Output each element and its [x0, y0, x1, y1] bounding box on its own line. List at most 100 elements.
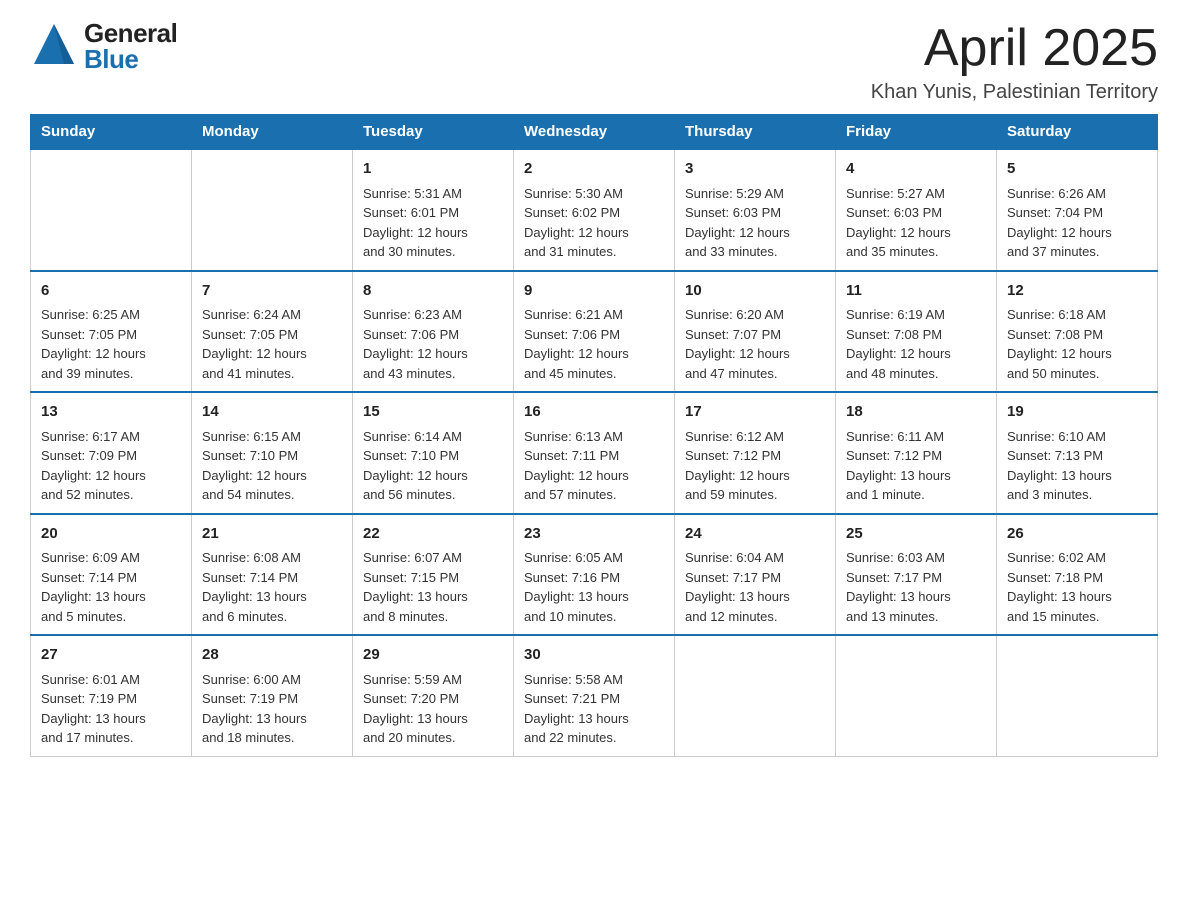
calendar-day-cell: 8Sunrise: 6:23 AMSunset: 7:06 PMDaylight…	[353, 271, 514, 393]
calendar-day-cell: 13 Sunrise: 6:17 AMSunset: 7:09 PMDayligh…	[31, 392, 192, 514]
day-number: 6	[41, 280, 181, 303]
logo: General Blue	[30, 20, 177, 72]
calendar-column-header: Monday	[192, 115, 353, 150]
page-subtitle: Khan Yunis, Palestinian Territory	[871, 81, 1158, 104]
calendar-header: SundayMondayTuesdayWednesdayThursdayFrid…	[31, 115, 1158, 150]
day-number: 13	[41, 401, 181, 424]
day-info: Sunrise: 5:58 AMSunset: 7:21 PMDaylight:…	[524, 670, 664, 748]
day-info: Sunrise: 6:08 AMSunset: 7:14 PMDaylight:…	[202, 548, 342, 626]
calendar-column-header: Saturday	[997, 115, 1158, 150]
day-info: Sunrise: 6:09 AMSunset: 7:14 PMDaylight:…	[41, 548, 181, 626]
day-info: Sunrise: 5:31 AMSunset: 6:01 PMDaylight:…	[363, 184, 503, 262]
calendar-column-header: Tuesday	[353, 115, 514, 150]
day-number: 20	[41, 523, 181, 546]
day-info: Sunrise: 6:11 AMSunset: 7:12 PMDaylight:…	[846, 427, 986, 505]
logo-icon	[30, 20, 78, 72]
day-number: 23	[524, 523, 664, 546]
day-number: 12	[1007, 280, 1147, 303]
calendar-day-cell: 27 Sunrise: 6:01 AMSunset: 7:19 PMDayligh…	[31, 635, 192, 756]
day-info: Sunrise: 6:24 AMSunset: 7:05 PMDaylight:…	[202, 305, 342, 383]
day-number: 21	[202, 523, 342, 546]
day-number: 16	[524, 401, 664, 424]
calendar-day-cell	[192, 149, 353, 271]
calendar-day-cell: 1 Sunrise: 5:31 AMSunset: 6:01 PMDaylight…	[353, 149, 514, 271]
calendar-day-cell: 29 Sunrise: 5:59 AMSunset: 7:20 PMDayligh…	[353, 635, 514, 756]
calendar-column-header: Friday	[836, 115, 997, 150]
day-number: 8	[363, 280, 503, 303]
day-number: 14	[202, 401, 342, 424]
day-info: Sunrise: 5:59 AMSunset: 7:20 PMDaylight:…	[363, 670, 503, 748]
day-number: 7	[202, 280, 342, 303]
calendar-week-row: 1 Sunrise: 5:31 AMSunset: 6:01 PMDaylight…	[31, 149, 1158, 271]
day-number: 9	[524, 280, 664, 303]
day-info: Sunrise: 6:05 AMSunset: 7:16 PMDaylight:…	[524, 548, 664, 626]
day-info: Sunrise: 6:14 AMSunset: 7:10 PMDaylight:…	[363, 427, 503, 505]
calendar-day-cell: 23Sunrise: 6:05 AMSunset: 7:16 PMDayligh…	[514, 514, 675, 636]
calendar-table: SundayMondayTuesdayWednesdayThursdayFrid…	[30, 114, 1158, 757]
day-info: Sunrise: 6:00 AMSunset: 7:19 PMDaylight:…	[202, 670, 342, 748]
day-number: 22	[363, 523, 503, 546]
day-number: 24	[685, 523, 825, 546]
day-number: 18	[846, 401, 986, 424]
day-number: 19	[1007, 401, 1147, 424]
day-info: Sunrise: 6:12 AMSunset: 7:12 PMDaylight:…	[685, 427, 825, 505]
day-number: 30	[524, 644, 664, 667]
calendar-day-cell: 22Sunrise: 6:07 AMSunset: 7:15 PMDayligh…	[353, 514, 514, 636]
calendar-day-cell: 16Sunrise: 6:13 AMSunset: 7:11 PMDayligh…	[514, 392, 675, 514]
title-block: April 2025 Khan Yunis, Palestinian Terri…	[871, 20, 1158, 104]
day-info: Sunrise: 6:17 AMSunset: 7:09 PMDaylight:…	[41, 427, 181, 505]
day-info: Sunrise: 6:01 AMSunset: 7:19 PMDaylight:…	[41, 670, 181, 748]
calendar-day-cell: 10Sunrise: 6:20 AMSunset: 7:07 PMDayligh…	[675, 271, 836, 393]
calendar-day-cell	[836, 635, 997, 756]
day-number: 10	[685, 280, 825, 303]
day-info: Sunrise: 6:23 AMSunset: 7:06 PMDaylight:…	[363, 305, 503, 383]
calendar-day-cell: 12Sunrise: 6:18 AMSunset: 7:08 PMDayligh…	[997, 271, 1158, 393]
calendar-day-cell: 24Sunrise: 6:04 AMSunset: 7:17 PMDayligh…	[675, 514, 836, 636]
day-number: 4	[846, 158, 986, 181]
day-number: 3	[685, 158, 825, 181]
calendar-week-row: 6Sunrise: 6:25 AMSunset: 7:05 PMDaylight…	[31, 271, 1158, 393]
calendar-column-header: Wednesday	[514, 115, 675, 150]
calendar-day-cell	[31, 149, 192, 271]
day-number: 29	[363, 644, 503, 667]
calendar-day-cell: 11Sunrise: 6:19 AMSunset: 7:08 PMDayligh…	[836, 271, 997, 393]
day-info: Sunrise: 6:18 AMSunset: 7:08 PMDaylight:…	[1007, 305, 1147, 383]
calendar-day-cell: 17 Sunrise: 6:12 AMSunset: 7:12 PMDayligh…	[675, 392, 836, 514]
calendar-day-cell: 18 Sunrise: 6:11 AMSunset: 7:12 PMDayligh…	[836, 392, 997, 514]
day-number: 27	[41, 644, 181, 667]
calendar-day-cell: 9Sunrise: 6:21 AMSunset: 7:06 PMDaylight…	[514, 271, 675, 393]
calendar-day-cell: 15Sunrise: 6:14 AMSunset: 7:10 PMDayligh…	[353, 392, 514, 514]
calendar-column-header: Sunday	[31, 115, 192, 150]
calendar-day-cell	[997, 635, 1158, 756]
calendar-day-cell: 28 Sunrise: 6:00 AMSunset: 7:19 PMDayligh…	[192, 635, 353, 756]
calendar-column-header: Thursday	[675, 115, 836, 150]
logo-general-text: General	[84, 20, 177, 46]
day-number: 17	[685, 401, 825, 424]
day-info: Sunrise: 6:20 AMSunset: 7:07 PMDaylight:…	[685, 305, 825, 383]
day-number: 2	[524, 158, 664, 181]
calendar-week-row: 20Sunrise: 6:09 AMSunset: 7:14 PMDayligh…	[31, 514, 1158, 636]
calendar-day-cell: 30 Sunrise: 5:58 AMSunset: 7:21 PMDayligh…	[514, 635, 675, 756]
day-info: Sunrise: 6:21 AMSunset: 7:06 PMDaylight:…	[524, 305, 664, 383]
day-info: Sunrise: 6:03 AMSunset: 7:17 PMDaylight:…	[846, 548, 986, 626]
calendar-day-cell: 6Sunrise: 6:25 AMSunset: 7:05 PMDaylight…	[31, 271, 192, 393]
day-info: Sunrise: 6:04 AMSunset: 7:17 PMDaylight:…	[685, 548, 825, 626]
calendar-day-cell: 4Sunrise: 5:27 AMSunset: 6:03 PMDaylight…	[836, 149, 997, 271]
day-info: Sunrise: 6:26 AMSunset: 7:04 PMDaylight:…	[1007, 184, 1147, 262]
calendar-header-row: SundayMondayTuesdayWednesdayThursdayFrid…	[31, 115, 1158, 150]
page-header: General Blue April 2025 Khan Yunis, Pale…	[30, 20, 1158, 104]
calendar-day-cell: 14Sunrise: 6:15 AMSunset: 7:10 PMDayligh…	[192, 392, 353, 514]
calendar-day-cell: 21Sunrise: 6:08 AMSunset: 7:14 PMDayligh…	[192, 514, 353, 636]
day-info: Sunrise: 6:10 AMSunset: 7:13 PMDaylight:…	[1007, 427, 1147, 505]
logo-blue-text: Blue	[84, 46, 177, 72]
day-info: Sunrise: 5:30 AMSunset: 6:02 PMDaylight:…	[524, 184, 664, 262]
day-number: 1	[363, 158, 503, 181]
day-number: 11	[846, 280, 986, 303]
day-info: Sunrise: 6:19 AMSunset: 7:08 PMDaylight:…	[846, 305, 986, 383]
calendar-day-cell: 20Sunrise: 6:09 AMSunset: 7:14 PMDayligh…	[31, 514, 192, 636]
day-info: Sunrise: 6:07 AMSunset: 7:15 PMDaylight:…	[363, 548, 503, 626]
day-number: 28	[202, 644, 342, 667]
calendar-body: 1 Sunrise: 5:31 AMSunset: 6:01 PMDaylight…	[31, 149, 1158, 756]
day-info: Sunrise: 6:02 AMSunset: 7:18 PMDaylight:…	[1007, 548, 1147, 626]
day-number: 25	[846, 523, 986, 546]
